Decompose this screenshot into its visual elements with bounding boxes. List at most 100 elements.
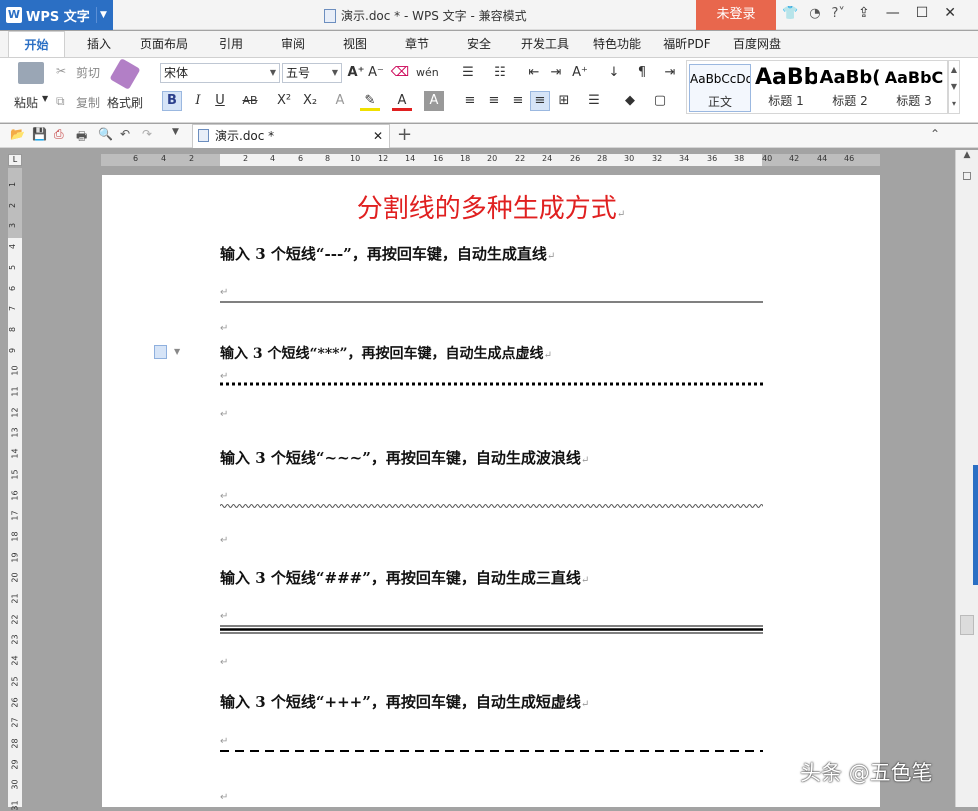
numbered-list-icon[interactable]: ☷ xyxy=(490,63,510,83)
format-painter-button[interactable]: 格式刷 xyxy=(107,94,143,111)
tab-stop-icon[interactable]: ⇥ xyxy=(660,63,680,83)
document-heading: 分割线的多种生成方式↵ xyxy=(356,194,626,224)
print-icon[interactable]: 🖶 xyxy=(76,127,87,148)
save-icon[interactable]: 💾 xyxy=(32,127,47,141)
tab-security[interactable]: 安全 xyxy=(454,31,504,57)
undo-icon[interactable]: ↶ xyxy=(120,127,130,141)
decrease-indent-icon[interactable]: ⇤ xyxy=(524,63,544,83)
redo-icon[interactable]: ↷ xyxy=(142,127,152,141)
style-normal[interactable]: AaBbCcDd 正文 xyxy=(689,64,751,112)
vertical-scrollbar[interactable]: ▲ ◻ xyxy=(955,150,978,807)
app-menu-button[interactable]: W WPS 文字 ▼ xyxy=(0,0,113,30)
cut-icon[interactable]: ✂ xyxy=(56,64,66,78)
close-tab-icon[interactable]: ✕ xyxy=(373,125,383,147)
tab-view[interactable]: 视图 xyxy=(330,31,380,57)
distributed-icon[interactable]: ⊞ xyxy=(554,91,574,111)
quick-access-bar: 📂 💾 ⎙ 🖶 🔍 ↶ ↷ ▼ + ⌃ xyxy=(0,124,978,148)
document-page[interactable]: 分割线的多种生成方式↵ 输入 3 个短线“---”，再按回车键，自动生成直线↵ … xyxy=(102,175,880,807)
shading-icon[interactable]: ◆ xyxy=(620,91,640,111)
paragraph-marker-icon[interactable] xyxy=(154,345,167,359)
show-marks-icon[interactable]: ¶ xyxy=(632,63,652,83)
tab-review[interactable]: 审阅 xyxy=(268,31,318,57)
vruler-tick: 19 xyxy=(10,552,20,563)
paste-button[interactable]: 粘贴 xyxy=(14,94,38,111)
text-effect-icon[interactable]: A xyxy=(330,91,350,111)
close-icon[interactable]: ✕ xyxy=(944,5,956,21)
phonetic-icon[interactable]: wén xyxy=(416,63,439,83)
item-dashed-line-text: 输入 3 个短线“+++”，再按回车键，自动生成短虚线↵ xyxy=(220,693,590,711)
increase-indent-icon[interactable]: ⇥ xyxy=(546,63,566,83)
tab-selector-icon[interactable]: L xyxy=(8,154,22,166)
char-shading-icon[interactable]: A xyxy=(424,91,444,111)
select-browse-icon[interactable]: ◻ xyxy=(958,168,976,184)
tab-developer[interactable]: 开发工具 xyxy=(514,31,576,57)
style-heading-1[interactable]: AaBb 标题 1 xyxy=(755,64,817,112)
tab-features[interactable]: 特色功能 xyxy=(586,31,648,57)
login-button[interactable]: 未登录 xyxy=(696,0,776,30)
font-color-icon[interactable]: A xyxy=(392,91,412,111)
upload-icon[interactable]: ⇪ xyxy=(858,5,870,21)
page-up-icon[interactable]: ▲ xyxy=(960,150,974,164)
paste-icon[interactable] xyxy=(18,62,44,84)
justify-icon[interactable]: ≡ xyxy=(530,91,550,111)
chat-icon[interactable]: ◔ xyxy=(809,6,820,21)
tab-page-layout[interactable]: 页面布局 xyxy=(132,31,196,57)
vertical-ruler[interactable]: 1 2 3 4 5 6 7 8 9 10 11 12 13 14 15 16 17 18 19 20 21 22 23 24 2… xyxy=(8,168,22,811)
collapse-ribbon-icon[interactable]: ⌃ xyxy=(930,127,940,141)
italic-icon[interactable]: I xyxy=(188,91,208,111)
item-solid-line-text: 输入 3 个短线“---”，再按回车键，自动生成直线↵ xyxy=(220,245,556,263)
clear-format-icon[interactable]: ⌫ xyxy=(390,63,410,83)
new-tab-icon[interactable]: + xyxy=(397,124,412,145)
bold-icon[interactable]: B xyxy=(162,91,182,111)
document-icon xyxy=(324,8,336,23)
tab-foxit-pdf[interactable]: 福昕PDF xyxy=(656,31,718,57)
minimize-icon[interactable]: — xyxy=(886,5,900,21)
vruler-tick: 5 xyxy=(8,264,18,270)
export-pdf-icon[interactable]: ⎙ xyxy=(54,127,64,142)
strikethrough-icon[interactable]: AB xyxy=(240,91,260,111)
align-left-icon[interactable]: ≡ xyxy=(460,91,480,111)
subscript-icon[interactable]: X₂ xyxy=(300,91,320,111)
change-case-icon[interactable]: A⁺ xyxy=(570,63,590,83)
style-heading-2[interactable]: AaBb( 标题 2 xyxy=(819,64,881,112)
border-icon[interactable]: ▢ xyxy=(650,91,670,111)
tab-chapter[interactable]: 章节 xyxy=(392,31,442,57)
sort-icon[interactable]: ↓ xyxy=(604,63,624,83)
vruler-tick: 27 xyxy=(10,717,20,728)
chevron-down-icon[interactable]: ▼ xyxy=(96,7,110,23)
help-icon[interactable]: ?˅ xyxy=(832,6,845,21)
tab-insert[interactable]: 插入 xyxy=(74,31,124,57)
scrollbar-thumb[interactable] xyxy=(960,615,974,635)
document-tab[interactable]: 演示.doc * ✕ xyxy=(192,124,390,148)
styles-scroll-button[interactable]: ▲ ▼ ▾ xyxy=(948,60,960,114)
tab-start[interactable]: 开始 xyxy=(8,31,65,57)
font-name-select[interactable]: 宋体 ▼ xyxy=(160,63,280,83)
line-spacing-icon[interactable]: ☰ xyxy=(584,91,604,111)
open-icon[interactable]: 📂 xyxy=(10,127,25,141)
chevron-down-icon[interactable]: ▼ xyxy=(174,347,180,356)
customize-icon[interactable]: ▼ xyxy=(172,127,179,137)
style-heading-3[interactable]: AaBbC 标题 3 xyxy=(883,64,945,112)
solid-line-separator xyxy=(220,301,763,303)
underline-icon[interactable]: U xyxy=(210,91,230,111)
format-painter-icon[interactable] xyxy=(109,58,141,90)
maximize-icon[interactable]: ☐ xyxy=(916,5,929,21)
tab-baidu-netdisk[interactable]: 百度网盘 xyxy=(726,31,788,57)
font-size-select[interactable]: 五号 ▼ xyxy=(282,63,342,83)
superscript-icon[interactable]: X² xyxy=(274,91,294,111)
horizontal-ruler[interactable]: 6 4 2 2 4 6 8 10 12 14 16 18 20 22 24 26… xyxy=(101,154,880,166)
skin-icon[interactable]: 👕 xyxy=(782,6,798,21)
align-center-icon[interactable]: ≡ xyxy=(484,91,504,111)
grow-font-icon[interactable]: A⁺ xyxy=(346,63,366,83)
vruler-tick: 6 xyxy=(8,285,18,291)
copy-icon[interactable]: ⧉ xyxy=(56,94,65,109)
tab-references[interactable]: 引用 xyxy=(205,31,257,57)
bullet-list-icon[interactable]: ☰ xyxy=(458,63,478,83)
cut-button[interactable]: 剪切 xyxy=(76,64,100,81)
highlight-icon[interactable]: ✎ xyxy=(360,91,380,111)
copy-button[interactable]: 复制 xyxy=(76,94,100,111)
align-right-icon[interactable]: ≡ xyxy=(508,91,528,111)
vruler-tick: 10 xyxy=(10,365,20,376)
print-preview-icon[interactable]: 🔍 xyxy=(98,127,113,141)
shrink-font-icon[interactable]: A⁻ xyxy=(366,63,386,83)
